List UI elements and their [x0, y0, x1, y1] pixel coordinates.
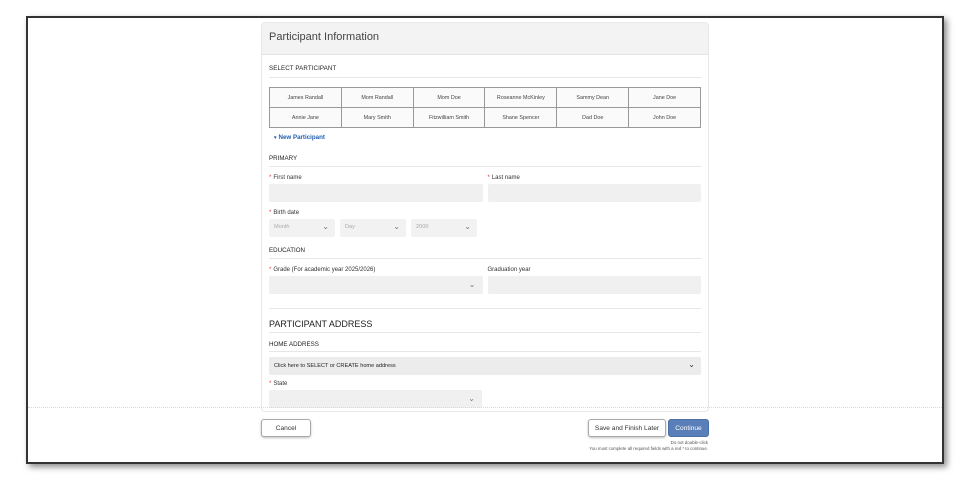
participant-option[interactable]: Sammy Dean — [556, 87, 630, 108]
chevron-down-icon: ⌄ — [688, 360, 695, 369]
participant-option[interactable]: Dad Doe — [556, 107, 630, 128]
participant-option[interactable]: Annie Jane — [269, 107, 342, 128]
participant-option[interactable]: Jane Doe — [628, 87, 701, 108]
participant-option[interactable]: James Randall — [269, 87, 342, 108]
required-marker: * — [269, 381, 272, 387]
app-frame: Participant Information SELECT PARTICIPA… — [26, 16, 944, 464]
required-marker: * — [487, 175, 490, 181]
required-marker: * — [269, 175, 272, 181]
participant-card: Participant Information SELECT PARTICIPA… — [261, 22, 709, 412]
last-name-label: Last name — [491, 175, 520, 181]
last-name-input[interactable] — [487, 184, 701, 202]
primary-heading: PRIMARY — [269, 155, 701, 167]
day-placeholder: Day — [345, 224, 355, 230]
grade-label: Grade (For academic year 2025/2026) — [273, 267, 376, 273]
participant-option[interactable]: Shane Spencer — [484, 107, 558, 128]
required-marker: * — [269, 267, 272, 273]
education-heading: EDUCATION — [269, 247, 701, 259]
birth-year-select[interactable]: 2000 ⌄ — [411, 219, 477, 237]
home-address-select[interactable]: Click here to SELECT or CREATE home addr… — [269, 357, 701, 375]
caret-down-icon: ▾ — [274, 135, 277, 141]
birth-month-select[interactable]: Month ⌄ — [269, 219, 335, 237]
participant-address-title: PARTICIPANT ADDRESS — [269, 308, 701, 333]
continue-button[interactable]: Continue — [668, 419, 709, 437]
birth-day-select[interactable]: Day ⌄ — [340, 219, 406, 237]
graduation-year-label: Graduation year — [487, 267, 531, 273]
grade-select[interactable]: ⌄ — [269, 276, 483, 294]
select-participant-label: SELECT PARTICIPANT — [269, 65, 701, 78]
chevron-down-icon: ⌄ — [393, 222, 400, 231]
table-row: Annie Jane Mary Smith Fitzwilliam Smith … — [269, 107, 701, 128]
month-placeholder: Month — [274, 224, 290, 230]
participant-option[interactable]: Mary Smith — [340, 107, 414, 128]
participant-option[interactable]: Roseanne McKinley — [484, 87, 558, 108]
save-finish-later-button[interactable]: Save and Finish Later — [588, 419, 666, 437]
year-placeholder: 2000 — [416, 224, 429, 230]
first-name-label: First name — [273, 175, 302, 181]
home-address-select-text: Click here to SELECT or CREATE home addr… — [274, 363, 396, 369]
graduation-year-input[interactable] — [487, 276, 701, 294]
participant-option[interactable]: Mom Doe — [412, 87, 486, 108]
participant-option[interactable]: John Doe — [628, 107, 701, 128]
footer-divider — [28, 407, 942, 408]
home-address-label: HOME ADDRESS — [269, 341, 701, 352]
chevron-down-icon: ⌄ — [464, 222, 471, 231]
cancel-button[interactable]: Cancel — [261, 419, 311, 437]
required-fields-note: You must complete all required fields wi… — [589, 446, 708, 451]
required-marker: * — [269, 210, 272, 216]
first-name-input[interactable] — [269, 184, 483, 202]
participant-option[interactable]: Fitzwilliam Smith — [412, 107, 486, 128]
chevron-down-icon: ⌄ — [468, 280, 476, 289]
new-participant-label: New Participant — [278, 134, 325, 141]
state-label: State — [273, 381, 288, 387]
double-click-note: Do not double-click — [670, 440, 708, 445]
chevron-down-icon: ⌄ — [468, 394, 475, 403]
birth-date-label: Birth date — [273, 210, 300, 216]
table-row: James Randall Mom Randall Mom Doe Rosean… — [269, 87, 701, 108]
new-participant-link[interactable]: ▾ New Participant — [274, 134, 701, 141]
state-select[interactable]: ⌄ — [269, 390, 482, 408]
chevron-down-icon: ⌄ — [322, 222, 329, 231]
card-title: Participant Information — [262, 23, 708, 55]
participant-option[interactable]: Mom Randall — [340, 87, 414, 108]
participant-table: James Randall Mom Randall Mom Doe Rosean… — [269, 87, 701, 128]
